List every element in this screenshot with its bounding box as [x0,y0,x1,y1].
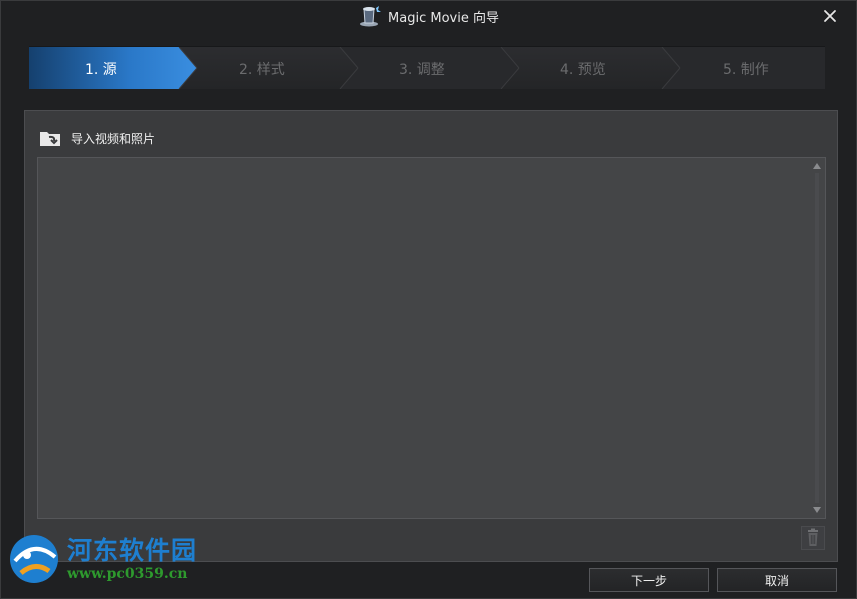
scroll-up-arrow-icon[interactable] [812,161,822,171]
media-list-scrollbar[interactable] [812,161,822,515]
wizard-steps: 1. 源 2. 样式 3. 调整 4. 预览 5. 制作 [29,46,825,89]
wizard-window: Magic Movie 向导 1. 源 2. 样式 3. 调整 4. 预览 5.… [0,0,857,599]
scroll-track[interactable] [815,173,819,503]
step-4-preview[interactable]: 4. 预览 [560,59,606,79]
source-panel: 导入视频和照片 [24,110,838,562]
media-list[interactable] [37,157,826,519]
watermark-logo-icon [10,535,58,583]
window-title: Magic Movie 向导 [388,10,499,26]
folder-import-icon [40,132,60,146]
trash-icon[interactable] [801,526,825,550]
watermark-url: www.pc0359.cn [67,566,188,582]
watermark-title: 河东软件园 [67,536,198,565]
scroll-down-arrow-icon[interactable] [812,505,822,515]
next-button[interactable]: 下一步 [589,568,709,592]
step-3-adjust[interactable]: 3. 调整 [399,59,445,79]
close-icon[interactable] [822,8,838,24]
step-2-style[interactable]: 2. 样式 [239,59,285,79]
step-1-source[interactable]: 1. 源 [85,59,117,79]
title-group: Magic Movie 向导 [358,5,499,27]
title-bar: Magic Movie 向导 [1,1,856,31]
watermark: 河东软件园 www.pc0359.cn [5,529,215,587]
step-5-produce[interactable]: 5. 制作 [723,59,769,79]
magic-hat-icon [360,6,382,27]
import-media-label: 导入视频和照片 [71,131,156,146]
import-media-button[interactable]: 导入视频和照片 [39,127,155,149]
cancel-button[interactable]: 取消 [717,568,837,592]
